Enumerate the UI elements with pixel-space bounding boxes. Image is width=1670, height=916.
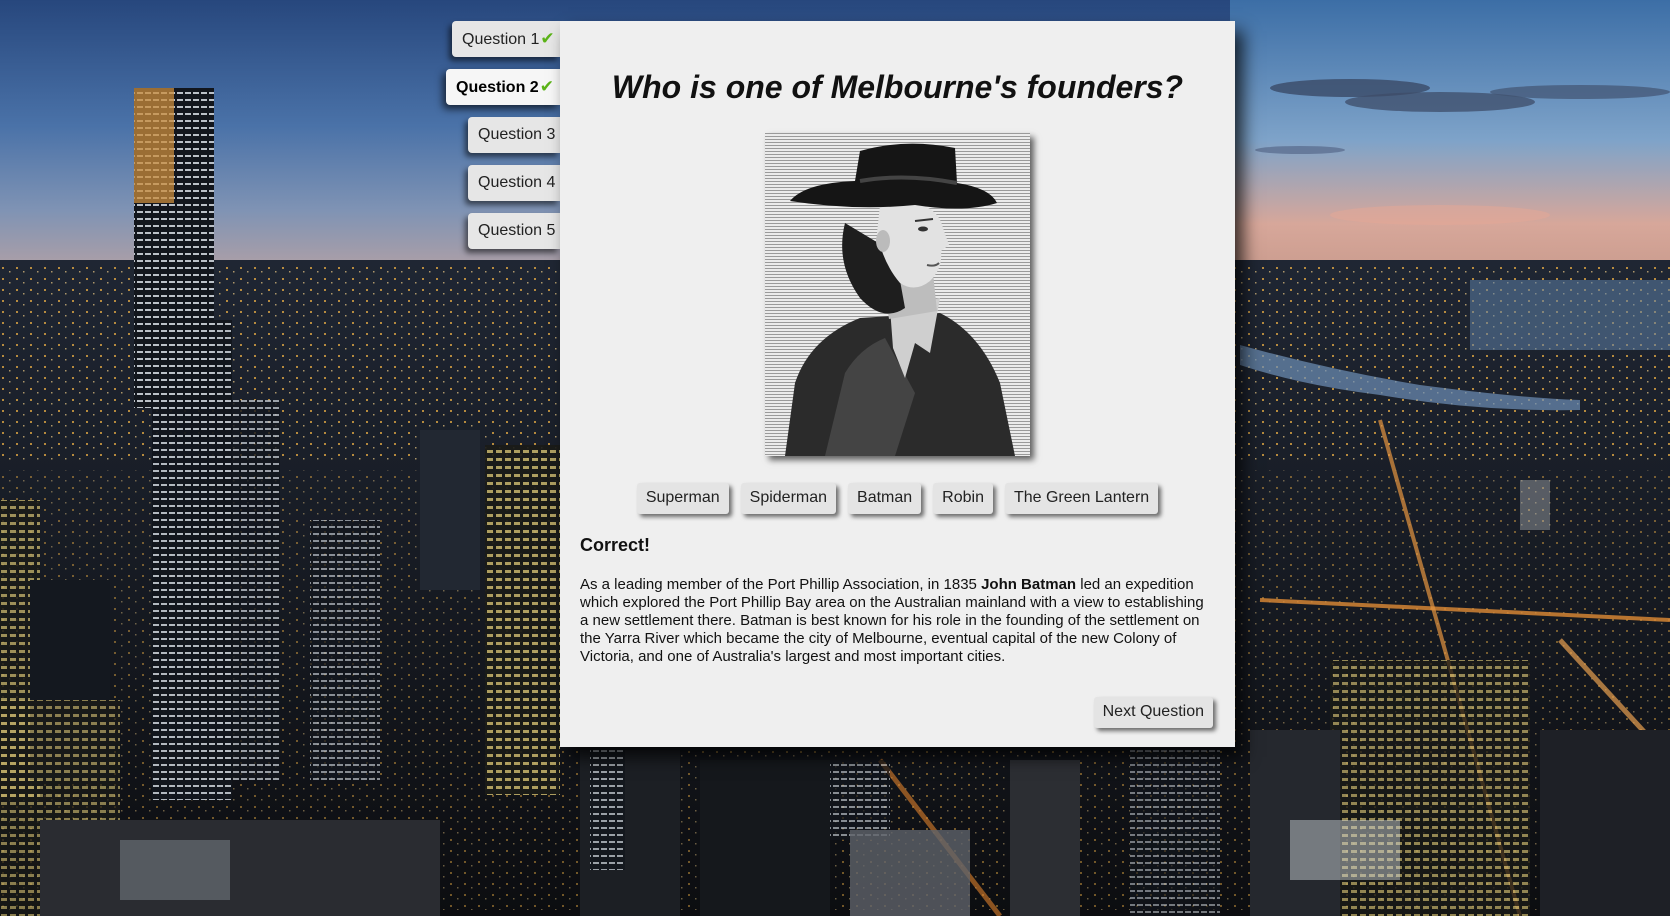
tab-label: Question 5: [478, 222, 556, 239]
next-question-button[interactable]: Next Question: [1093, 697, 1213, 728]
tab-label: Question 1: [462, 31, 540, 48]
tab-label: Question 2: [456, 79, 539, 96]
answer-options: Superman Spiderman Batman Robin The Gree…: [560, 483, 1235, 514]
tab-label: Question 4: [478, 174, 556, 191]
tab-question-2[interactable]: Question 2✔: [446, 69, 560, 105]
question-title: Who is one of Melbourne's founders?: [611, 69, 1184, 105]
tab-question-1[interactable]: Question 1✔: [452, 21, 560, 57]
checkmark-icon: ✔: [539, 77, 554, 96]
explanation-text: As a leading member of the Port Phillip …: [580, 576, 1210, 666]
portrait-image: [765, 133, 1030, 456]
tab-question-3[interactable]: Question 3: [468, 117, 560, 153]
tab-question-4[interactable]: Question 4: [468, 165, 560, 201]
result-heading: Correct!: [580, 535, 651, 555]
tab-question-5[interactable]: Question 5: [468, 213, 560, 249]
tab-label: Question 3: [478, 126, 556, 143]
checkmark-icon: ✔: [540, 29, 555, 48]
answer-button-green-lantern[interactable]: The Green Lantern: [1004, 483, 1159, 514]
answer-button-batman[interactable]: Batman: [848, 483, 922, 514]
explanation-part: As a leading member of the Port Phillip …: [580, 576, 982, 593]
explanation-highlight: John Batman: [981, 576, 1077, 593]
quiz-card: Who is one of Melbourne's founders? Supe…: [560, 21, 1235, 747]
answer-button-spiderman[interactable]: Spiderman: [740, 483, 837, 514]
answer-button-superman[interactable]: Superman: [636, 483, 729, 514]
answer-button-robin[interactable]: Robin: [933, 483, 993, 514]
